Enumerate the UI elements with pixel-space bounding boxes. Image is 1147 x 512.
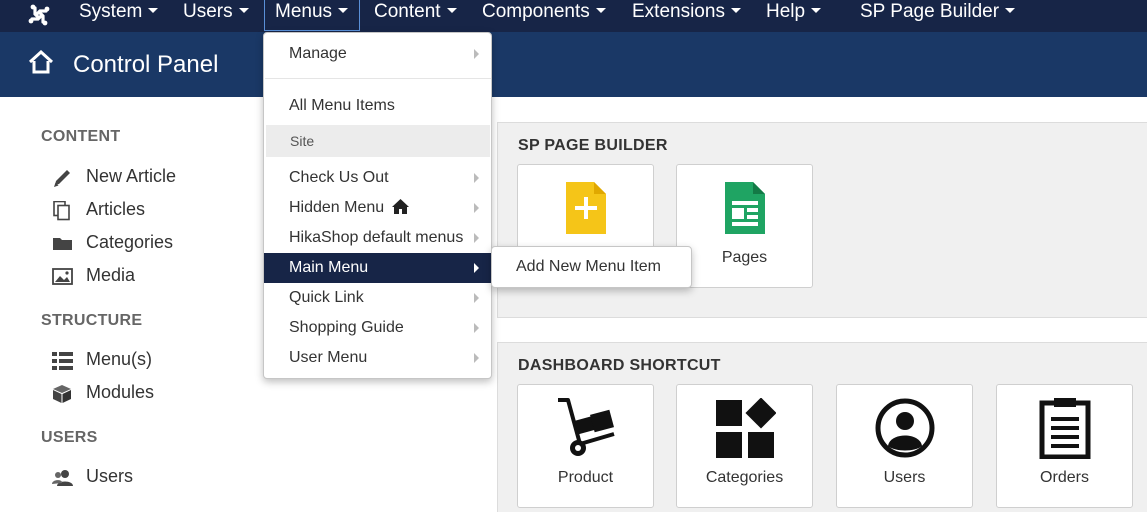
panel-title: SP PAGE BUILDER bbox=[518, 137, 668, 154]
sidebar-item-label: Articles bbox=[86, 199, 146, 219]
sidebar-item-label: New Article bbox=[86, 166, 177, 186]
menu-item-check-us-out[interactable]: Check Us Out bbox=[264, 163, 491, 193]
main-menu-submenu: Add New Menu Item bbox=[491, 246, 692, 288]
menus-dropdown: Manage All Menu Items Site Check Us Out … bbox=[263, 32, 492, 379]
sidebar-item-label: Modules bbox=[86, 382, 155, 402]
nav-components-label: Components bbox=[482, 1, 590, 22]
user-circle-icon bbox=[875, 398, 935, 458]
chevron-right-icon bbox=[474, 173, 479, 183]
nav-users-label: Users bbox=[183, 1, 233, 22]
add-page-icon bbox=[566, 182, 606, 234]
chevron-down-icon bbox=[595, 8, 606, 14]
image-icon bbox=[52, 268, 73, 285]
menu-section-header-site: Site bbox=[266, 125, 490, 157]
chevron-right-icon bbox=[474, 323, 479, 333]
sidebar-item-label: Users bbox=[86, 466, 134, 486]
chevron-right-icon bbox=[474, 353, 479, 363]
users-tile[interactable]: Users bbox=[836, 384, 973, 508]
nav-system[interactable]: System bbox=[79, 0, 159, 30]
menu-item-quick-link[interactable]: Quick Link bbox=[264, 283, 491, 313]
tile-label: Product bbox=[557, 469, 614, 486]
folder-icon bbox=[53, 238, 72, 250]
orders-tile[interactable]: Orders bbox=[996, 384, 1133, 508]
chevron-down-icon bbox=[730, 8, 741, 14]
users-icon bbox=[52, 470, 73, 486]
nav-extensions-label: Extensions bbox=[632, 1, 725, 22]
chevron-right-icon bbox=[474, 203, 479, 213]
chevron-down-icon bbox=[148, 8, 159, 14]
nav-menus-label: Menus bbox=[275, 1, 333, 22]
nav-extensions[interactable]: Extensions bbox=[632, 0, 741, 30]
menu-item-add-new-menu-item[interactable]: Add New Menu Item bbox=[516, 258, 661, 276]
menu-item-label: Hidden Menu bbox=[289, 199, 385, 216]
nav-sp-page-builder[interactable]: SP Page Builder bbox=[860, 0, 1016, 30]
menu-item-hikashop-default-menus[interactable]: HikaShop default menus bbox=[264, 223, 491, 253]
home-icon bbox=[391, 199, 409, 214]
chevron-right-icon bbox=[474, 49, 479, 59]
menu-item-shopping-guide[interactable]: Shopping Guide bbox=[264, 313, 491, 343]
copy-icon bbox=[53, 201, 70, 221]
chevron-right-icon bbox=[474, 233, 479, 243]
nav-sp-page-builder-label: SP Page Builder bbox=[860, 1, 1000, 22]
sidebar-item-label: Categories bbox=[86, 232, 174, 252]
sidebar-item-label: Menu(s) bbox=[86, 349, 153, 369]
sp-page-builder-panel: SP PAGE BUILDER Pages bbox=[497, 122, 1147, 318]
tile-label: Users bbox=[883, 469, 926, 486]
menu-divider bbox=[265, 78, 491, 79]
nav-content[interactable]: Content bbox=[374, 0, 457, 30]
chevron-right-icon bbox=[474, 293, 479, 303]
sidebar-item-label: Media bbox=[86, 265, 136, 285]
menu-item-manage[interactable]: Manage bbox=[264, 39, 491, 69]
menu-item-main-menu[interactable]: Main Menu bbox=[264, 253, 491, 283]
nav-system-label: System bbox=[79, 1, 143, 22]
pencil-icon bbox=[54, 170, 70, 187]
menu-item-label: All Menu Items bbox=[289, 97, 395, 114]
sidebar-heading-content: CONTENT bbox=[41, 128, 121, 145]
joomla-logo-icon[interactable] bbox=[26, 2, 52, 28]
pages-tile[interactable]: Pages bbox=[676, 164, 813, 288]
home-icon bbox=[28, 50, 54, 74]
menu-item-label: Manage bbox=[289, 45, 347, 62]
menu-item-label: User Menu bbox=[289, 349, 368, 366]
chevron-down-icon bbox=[338, 8, 349, 14]
menu-item-label: Check Us Out bbox=[289, 169, 389, 186]
chevron-down-icon bbox=[1005, 8, 1016, 14]
page-header: Control Panel bbox=[0, 32, 1147, 97]
top-navbar: System Users Menus Content Components Ex… bbox=[0, 0, 1147, 32]
menu-item-label: HikaShop default menus bbox=[289, 229, 464, 246]
nav-help-label: Help bbox=[766, 1, 806, 22]
tile-label: Pages bbox=[721, 249, 768, 266]
nav-help[interactable]: Help bbox=[766, 0, 822, 30]
nav-users[interactable]: Users bbox=[183, 0, 249, 30]
product-tile[interactable]: Product bbox=[517, 384, 654, 508]
categories-tile[interactable]: Categories bbox=[676, 384, 813, 508]
pages-icon bbox=[725, 182, 765, 234]
tile-label: Categories bbox=[705, 469, 784, 486]
menu-item-hidden-menu[interactable]: Hidden Menu bbox=[264, 193, 491, 223]
menu-item-label: Quick Link bbox=[289, 289, 364, 306]
menu-item-all-menu-items[interactable]: All Menu Items bbox=[264, 91, 491, 121]
chevron-down-icon bbox=[446, 8, 457, 14]
list-icon bbox=[52, 352, 73, 370]
tile-label: Orders bbox=[1040, 469, 1089, 486]
categories-icon bbox=[716, 398, 776, 458]
menu-item-label: Shopping Guide bbox=[289, 319, 404, 336]
panel-title: DASHBOARD SHORTCUT bbox=[518, 357, 721, 374]
nav-menus[interactable]: Menus bbox=[264, 0, 361, 31]
chevron-down-icon bbox=[238, 8, 249, 14]
chevron-right-icon bbox=[474, 263, 479, 273]
hand-truck-icon bbox=[558, 398, 615, 456]
clipboard-icon bbox=[1039, 398, 1091, 459]
menu-item-label: Main Menu bbox=[289, 259, 369, 276]
sidebar-heading-structure: STRUCTURE bbox=[41, 312, 143, 329]
page-title: Control Panel bbox=[73, 51, 219, 78]
cube-icon bbox=[53, 385, 71, 403]
sidebar-heading-users: USERS bbox=[41, 429, 98, 446]
nav-components[interactable]: Components bbox=[482, 0, 606, 30]
chevron-down-icon bbox=[811, 8, 822, 14]
dashboard-shortcut-panel: DASHBOARD SHORTCUT Product Categories Us… bbox=[497, 342, 1147, 512]
nav-content-label: Content bbox=[374, 1, 441, 22]
menu-item-user-menu[interactable]: User Menu bbox=[264, 343, 491, 373]
